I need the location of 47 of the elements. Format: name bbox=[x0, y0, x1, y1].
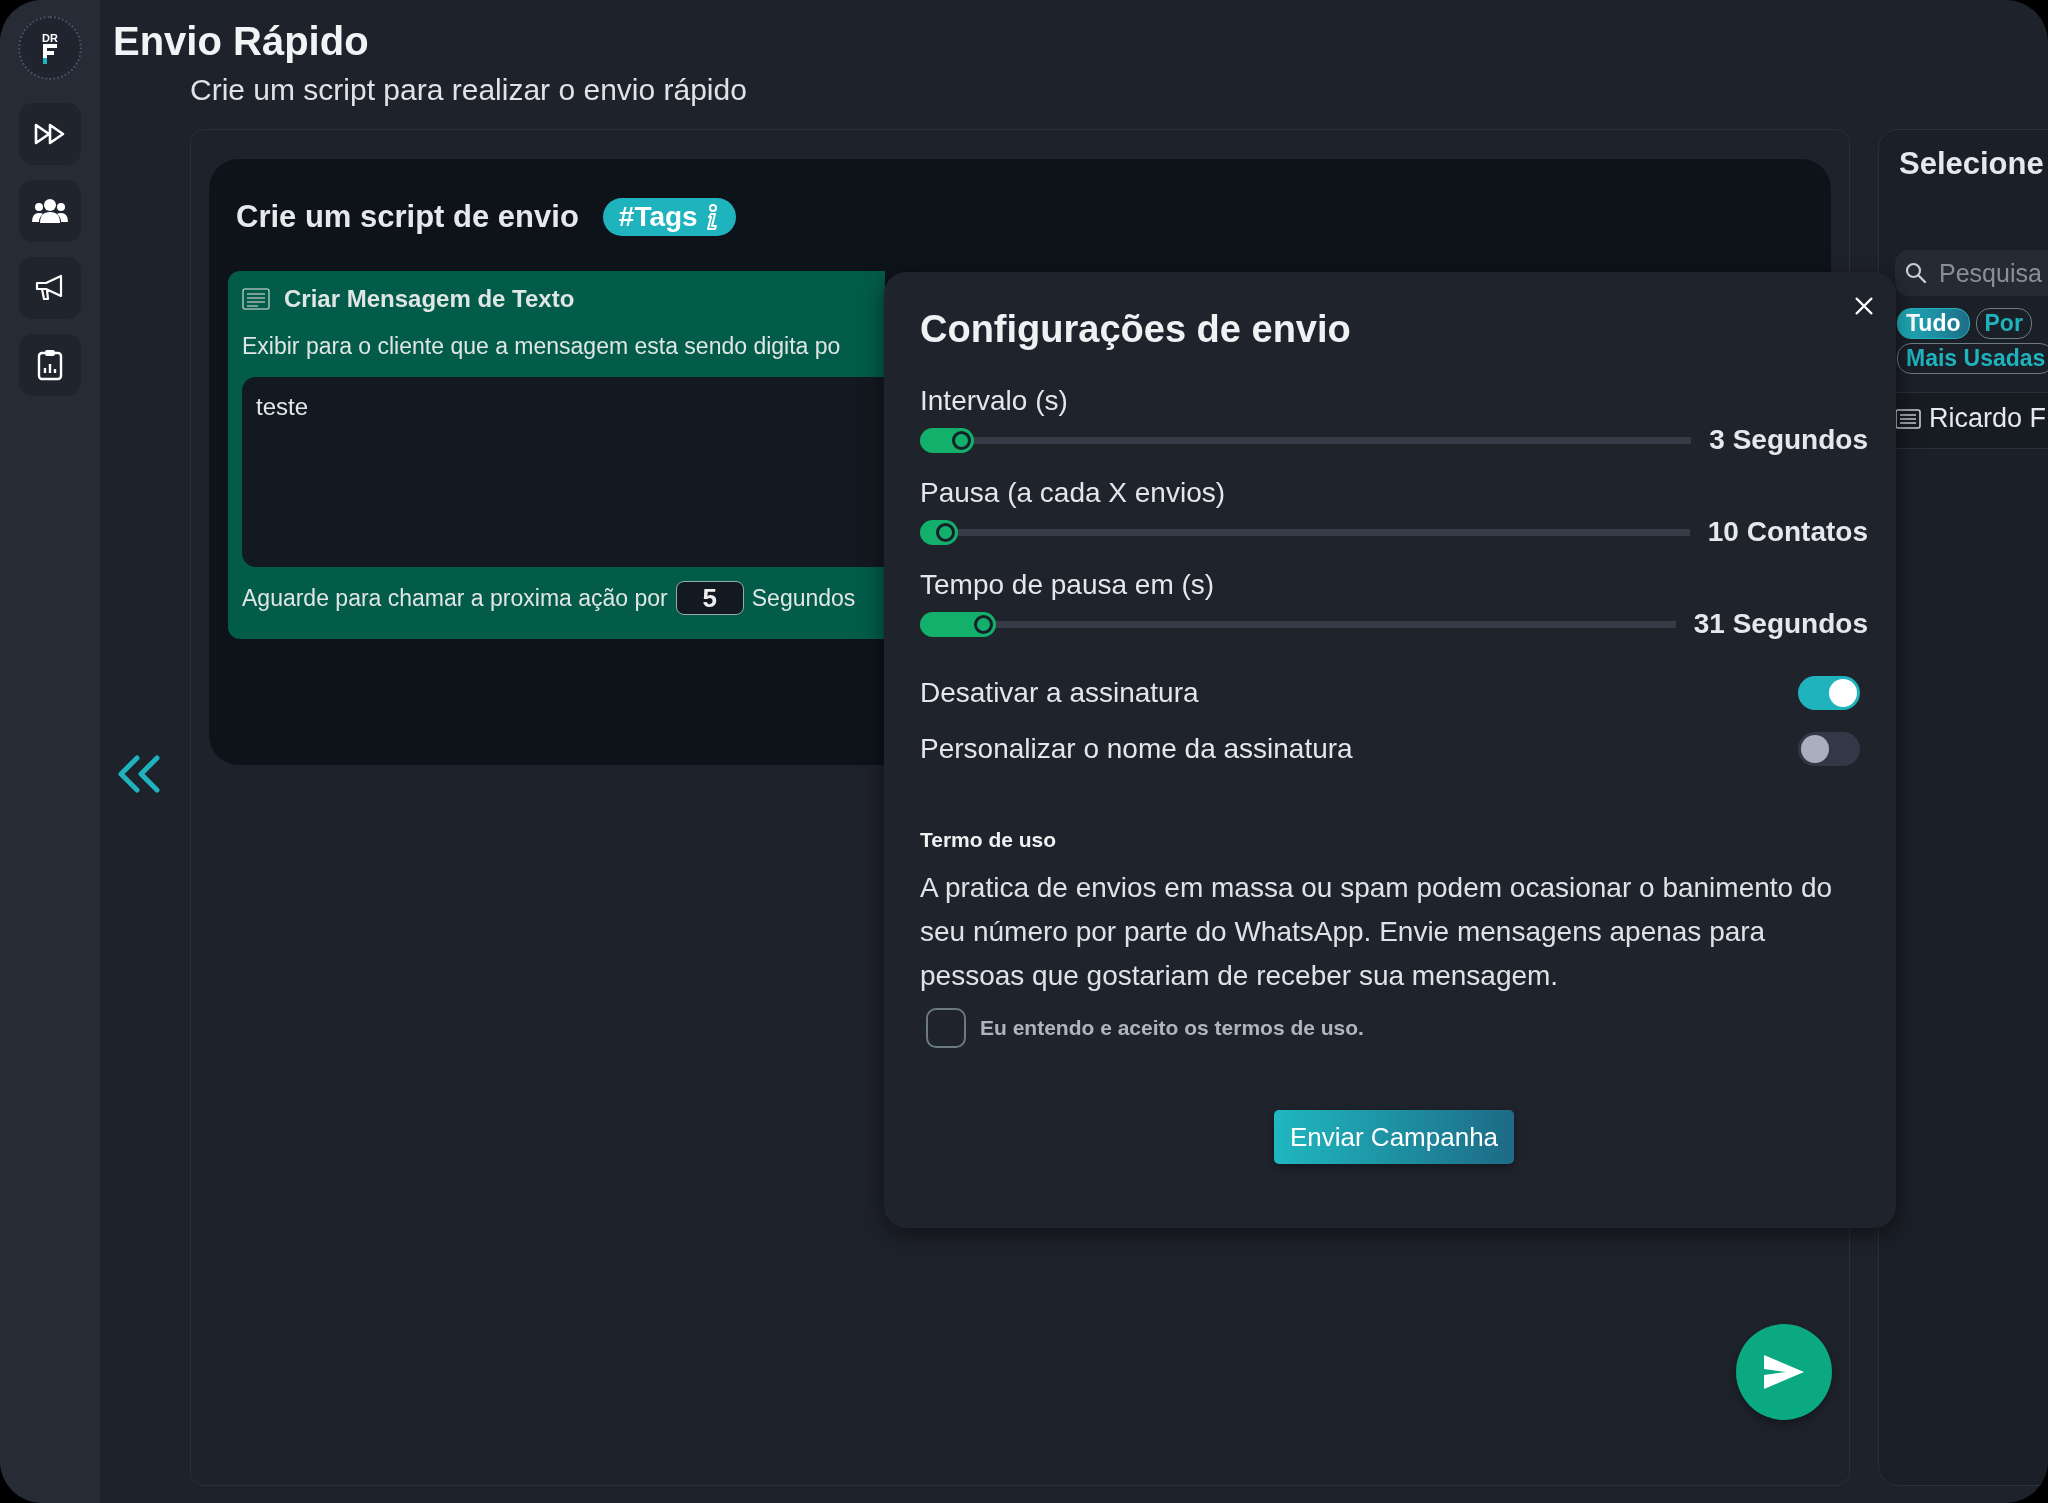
wait-label: Aguarde para chamar a proxima ação por bbox=[242, 584, 668, 612]
terms-text: A pratica de envios em massa ou spam podem ocasionar o banimento do seu número por parte do WhatsApp. Envie mensagens apenas para pessoas que gostariam de receber sua mensagem. bbox=[920, 871, 1834, 993]
close-icon[interactable] bbox=[1854, 296, 1874, 316]
text-lines-icon bbox=[1895, 408, 1921, 429]
filter-chip[interactable]: Por bbox=[1975, 308, 2032, 339]
sidebar-button[interactable] bbox=[19, 257, 81, 319]
filter-chip[interactable]: Tudo bbox=[1897, 308, 1970, 339]
logo-icon bbox=[43, 44, 57, 64]
sidebar-button[interactable] bbox=[19, 180, 81, 242]
slider-label: Intervalo (s) bbox=[920, 384, 1069, 418]
message-block-title: Criar Mensagem de Texto bbox=[284, 285, 575, 313]
accept-label: Eu entendo e aceito os termos de uso. bbox=[980, 1016, 1364, 1040]
search-icon bbox=[1905, 262, 1927, 284]
dialog-title: Configurações de envio bbox=[920, 307, 1352, 352]
toggle-label: Personalizar o nome da assinatura bbox=[920, 733, 1353, 765]
wait-seconds-field[interactable]: 5 bbox=[675, 581, 744, 615]
slider-label: Tempo de pausa em (s) bbox=[920, 568, 1216, 602]
accept-checkbox[interactable] bbox=[926, 1008, 966, 1048]
typing-option-label: Exibir para o cliente que a mensagem esta sendo digita po bbox=[242, 333, 842, 360]
sidebar-button[interactable] bbox=[19, 334, 81, 396]
collapse-chevrons-icon[interactable] bbox=[115, 755, 162, 793]
toggle-switch[interactable] bbox=[1798, 732, 1860, 766]
search-field[interactable]: Pesquisa bbox=[1895, 250, 2048, 296]
contact-name: Ricardo F bbox=[1929, 403, 2047, 434]
filter-chip[interactable]: Mais Usadas bbox=[1897, 343, 2048, 374]
text-lines-icon bbox=[242, 288, 270, 310]
page-subtitle: Crie um script para realizar o envio rápido bbox=[190, 72, 748, 108]
sidebar-button[interactable] bbox=[19, 103, 81, 165]
terms-heading: Termo de uso bbox=[920, 828, 1058, 852]
slider-label: Pausa (a cada X envios) bbox=[920, 476, 1227, 510]
toggle-switch[interactable] bbox=[1798, 676, 1860, 710]
slider-reading: 10 Contatos bbox=[1707, 516, 1868, 548]
slider-reading: 3 Segundos bbox=[1709, 424, 1868, 456]
wait-unit: Segundos bbox=[751, 584, 856, 612]
users-icon bbox=[31, 198, 69, 224]
fast-forward-icon bbox=[33, 122, 67, 146]
send-icon bbox=[1764, 1355, 1804, 1389]
clipboard-icon bbox=[37, 349, 63, 381]
send-campaign-button[interactable]: Enviar Campanha bbox=[1273, 1110, 1515, 1164]
panel-title: Selecione bbox=[1899, 146, 2045, 182]
card-title: Crie um script de envio bbox=[236, 199, 579, 235]
contact-item[interactable]: Ricardo F bbox=[1895, 392, 2048, 449]
slider-reading: 31 Segundos bbox=[1693, 608, 1868, 640]
page-title: Envio Rápido bbox=[113, 18, 370, 64]
message-field[interactable]: teste bbox=[242, 377, 885, 567]
toggle-label: Desativar a assinatura bbox=[920, 677, 1199, 709]
logo-text: DR bbox=[42, 32, 58, 44]
